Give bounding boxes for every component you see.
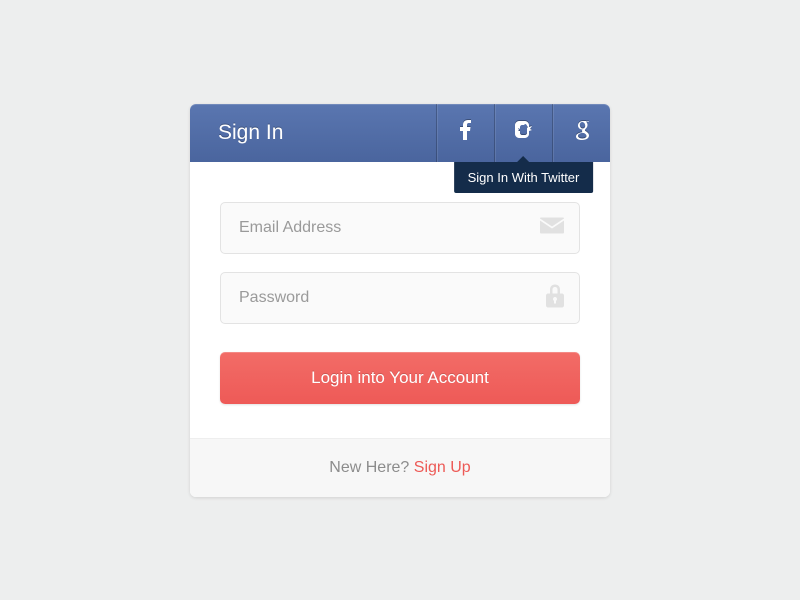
facebook-icon: [460, 120, 471, 145]
password-field-wrapper: [220, 272, 580, 324]
facebook-button[interactable]: [436, 104, 494, 162]
google-button[interactable]: [552, 104, 610, 162]
email-input[interactable]: [220, 202, 580, 254]
lock-icon: [546, 283, 564, 312]
signin-title: Sign In: [190, 104, 436, 162]
footer-prompt: New Here?: [329, 459, 413, 476]
password-input[interactable]: [220, 272, 580, 324]
login-button[interactable]: Login into Your Account: [220, 352, 580, 404]
signin-header: Sign In Sign In With Twitter: [190, 104, 610, 162]
twitter-tooltip: Sign In With Twitter: [454, 162, 594, 193]
twitter-button[interactable]: Sign In With Twitter: [494, 104, 552, 162]
signin-card: Sign In Sign In With Twitter: [190, 104, 610, 497]
signin-footer: New Here? Sign Up: [190, 438, 610, 497]
signin-form: Login into Your Account: [190, 162, 610, 438]
google-icon: [574, 120, 590, 145]
email-field-wrapper: [220, 202, 580, 254]
mail-icon: [540, 217, 564, 238]
twitter-icon: [515, 121, 533, 144]
signup-link[interactable]: Sign Up: [414, 459, 471, 476]
